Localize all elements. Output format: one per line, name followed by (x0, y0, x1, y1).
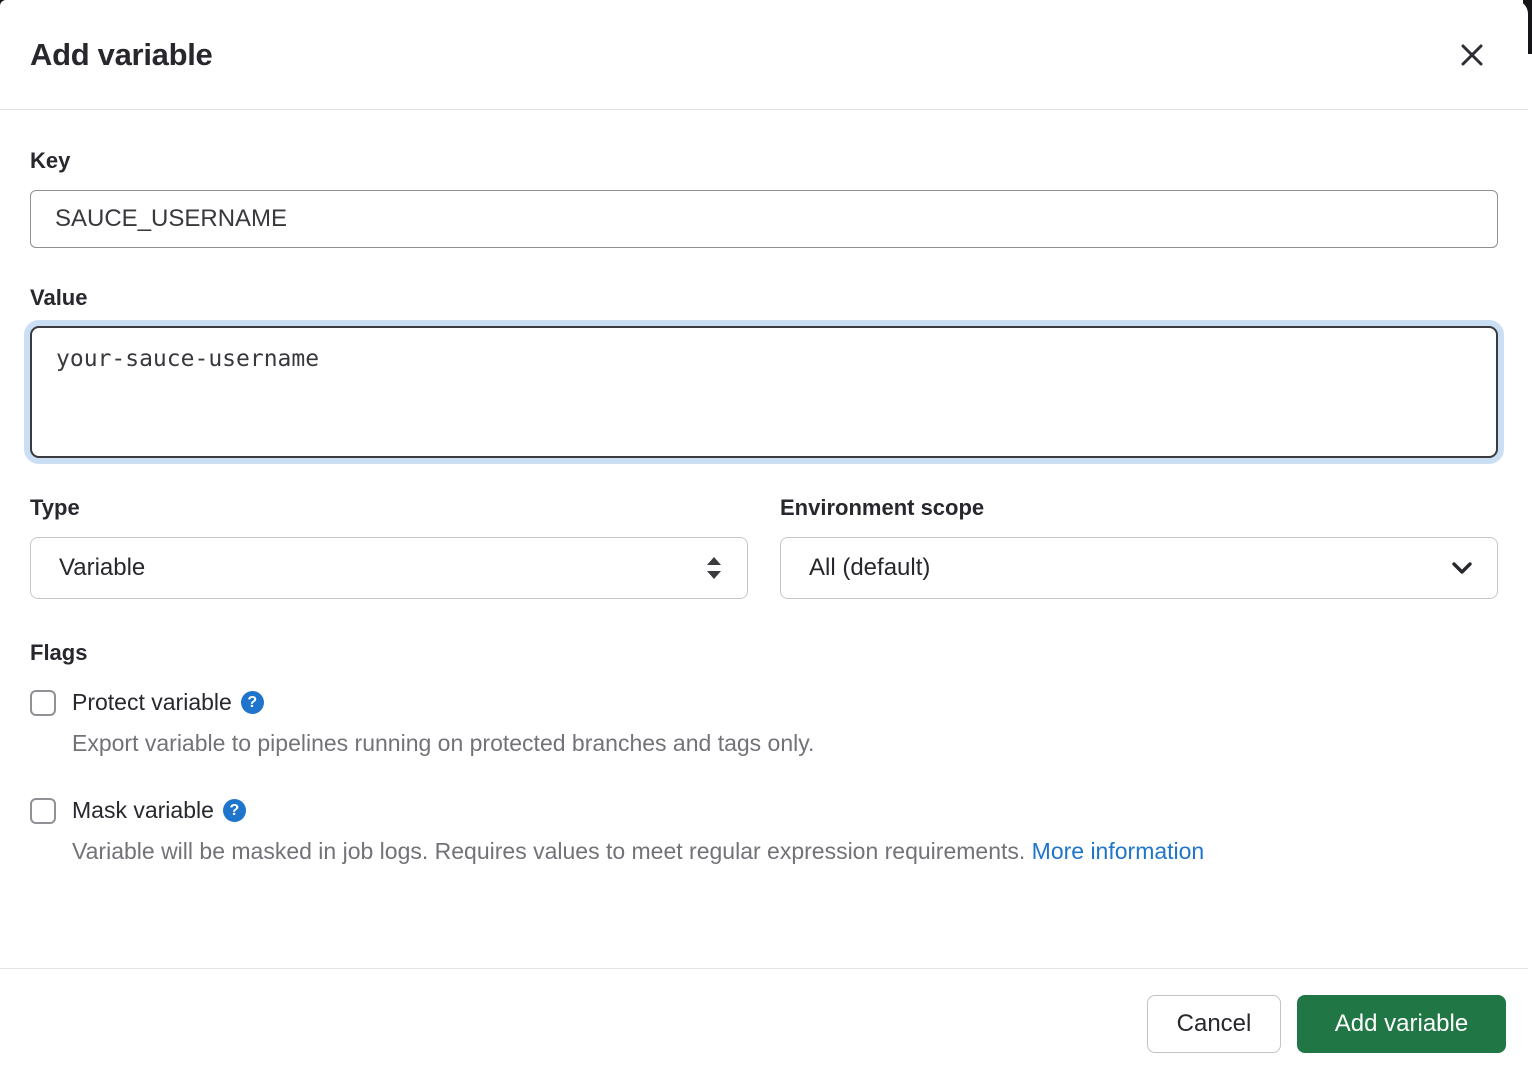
add-variable-button[interactable]: Add variable (1297, 995, 1506, 1053)
close-icon (1459, 42, 1485, 68)
type-selected-value: Variable (59, 554, 145, 582)
help-icon[interactable]: ? (223, 799, 246, 822)
environment-scope-field-group: Environment scope All (default) (780, 494, 1498, 599)
modal-footer: Cancel Add variable (0, 968, 1528, 1078)
flags-section: Flags Protect variable ? Export variable… (30, 639, 1498, 868)
type-scope-row: Type Variable Environment scope All (def… (30, 494, 1498, 599)
environment-scope-select[interactable]: All (default) (780, 537, 1498, 599)
more-information-link[interactable]: More information (1032, 838, 1205, 864)
environment-scope-label: Environment scope (780, 494, 1498, 523)
mask-variable-description: Variable will be masked in job logs. Req… (72, 836, 1402, 868)
protect-variable-row: Protect variable ? (30, 689, 1498, 716)
value-field-group: Value your-sauce-username (30, 284, 1498, 459)
key-input[interactable] (30, 190, 1498, 248)
environment-scope-selected-value: All (default) (809, 554, 930, 582)
mask-variable-label[interactable]: Mask variable (72, 797, 214, 824)
value-textarea[interactable]: your-sauce-username (30, 326, 1498, 458)
type-label: Type (30, 494, 748, 523)
value-label: Value (30, 284, 1498, 313)
mask-variable-checkbox[interactable] (30, 798, 56, 824)
chevron-down-icon (1449, 555, 1475, 581)
help-icon[interactable]: ? (241, 691, 264, 714)
key-field-group: Key (30, 147, 1498, 248)
protect-variable-description: Export variable to pipelines running on … (72, 728, 1498, 760)
key-label: Key (30, 147, 1498, 176)
add-variable-modal: Add variable Key Value your-sauce-userna… (0, 0, 1528, 1078)
sort-arrows-icon (703, 554, 725, 582)
close-button[interactable] (1450, 33, 1494, 77)
flags-label: Flags (30, 639, 1498, 668)
mask-variable-row: Mask variable ? (30, 797, 1498, 824)
type-select[interactable]: Variable (30, 537, 748, 599)
type-field-group: Type Variable (30, 494, 748, 599)
modal-title: Add variable (30, 37, 212, 73)
modal-body: Key Value your-sauce-username Type Varia… (0, 110, 1528, 968)
modal-header: Add variable (0, 0, 1528, 110)
protect-variable-label[interactable]: Protect variable (72, 689, 232, 716)
cancel-button[interactable]: Cancel (1147, 995, 1281, 1053)
protect-variable-checkbox[interactable] (30, 690, 56, 716)
mask-variable-description-text: Variable will be masked in job logs. Req… (72, 838, 1025, 864)
